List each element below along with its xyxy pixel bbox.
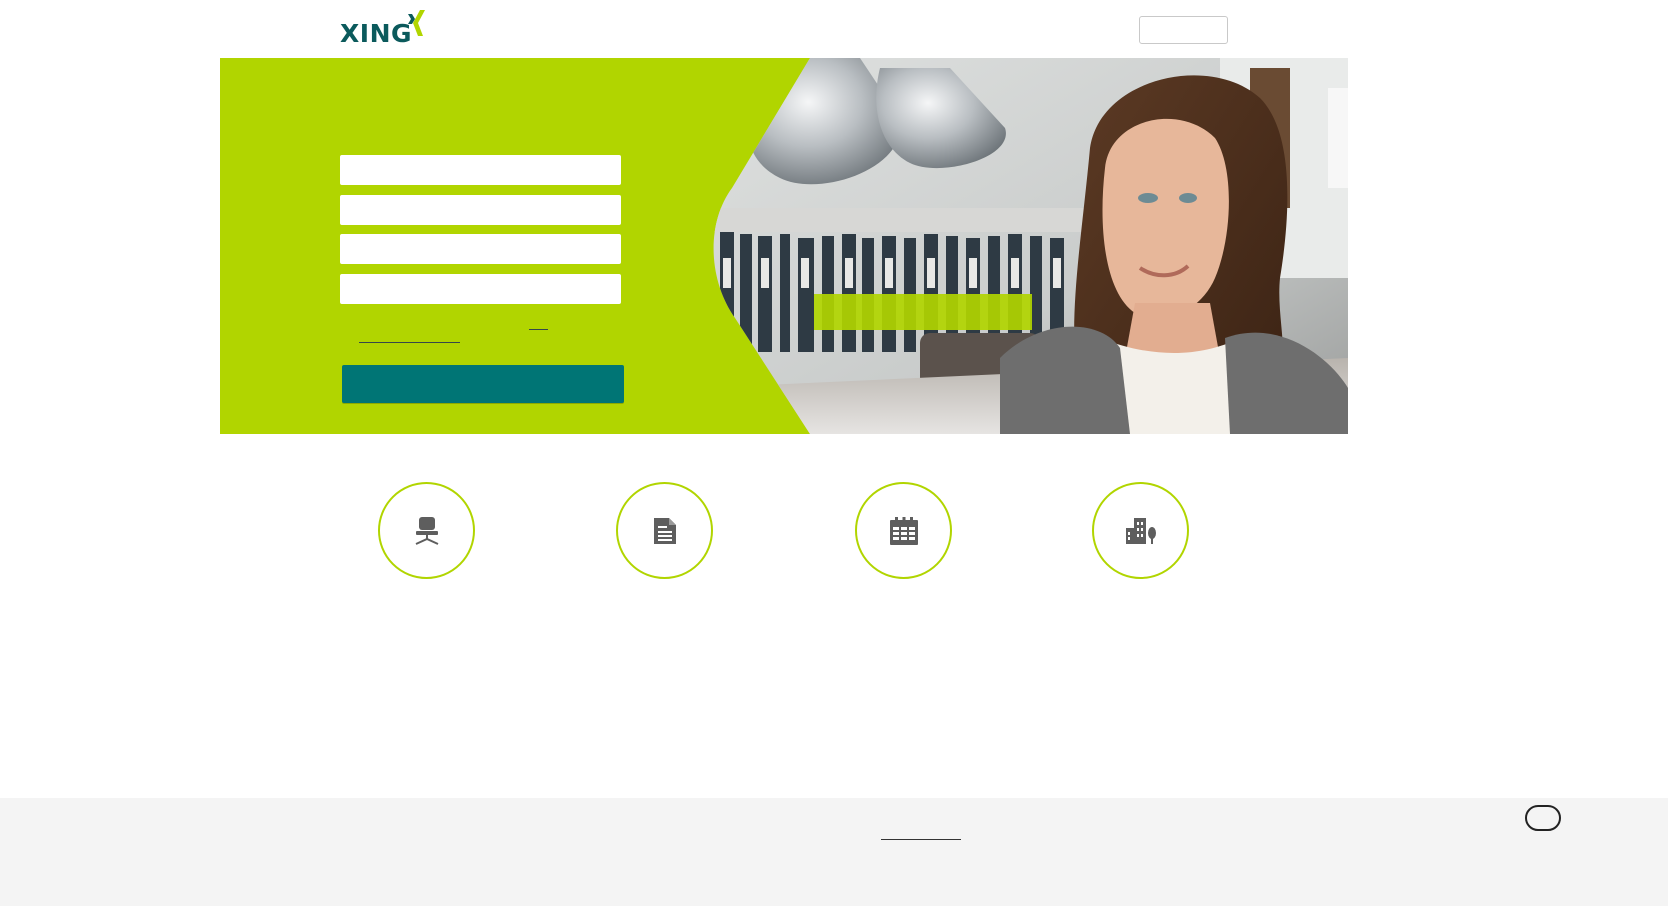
first-name-input[interactable]: [340, 155, 621, 185]
document-icon: [653, 517, 676, 544]
terms-link[interactable]: [529, 329, 548, 330]
login-button[interactable]: [1139, 16, 1228, 44]
logo-text: XING: [340, 19, 413, 48]
xing-logo[interactable]: XING: [340, 10, 450, 48]
footer-link[interactable]: [881, 839, 961, 840]
feature-companies[interactable]: [1092, 482, 1189, 579]
office-chair-icon: [415, 516, 438, 545]
feature-jobs[interactable]: [378, 482, 475, 579]
calendar-icon: [889, 516, 918, 545]
company-buildings-icon: [1125, 517, 1156, 544]
page: XING: [0, 0, 1668, 906]
password-input[interactable]: [340, 274, 621, 304]
last-name-input[interactable]: [340, 195, 621, 225]
email-input[interactable]: [340, 234, 621, 264]
xing-mark-icon: [408, 10, 425, 36]
feature-news[interactable]: [616, 482, 713, 579]
footer: [0, 798, 1668, 906]
footer-toggle-button[interactable]: [1525, 805, 1561, 831]
hero-cta-box[interactable]: [814, 294, 1032, 330]
privacy-policy-link[interactable]: [359, 342, 460, 343]
feature-events[interactable]: [855, 482, 952, 579]
register-button[interactable]: [342, 365, 624, 403]
